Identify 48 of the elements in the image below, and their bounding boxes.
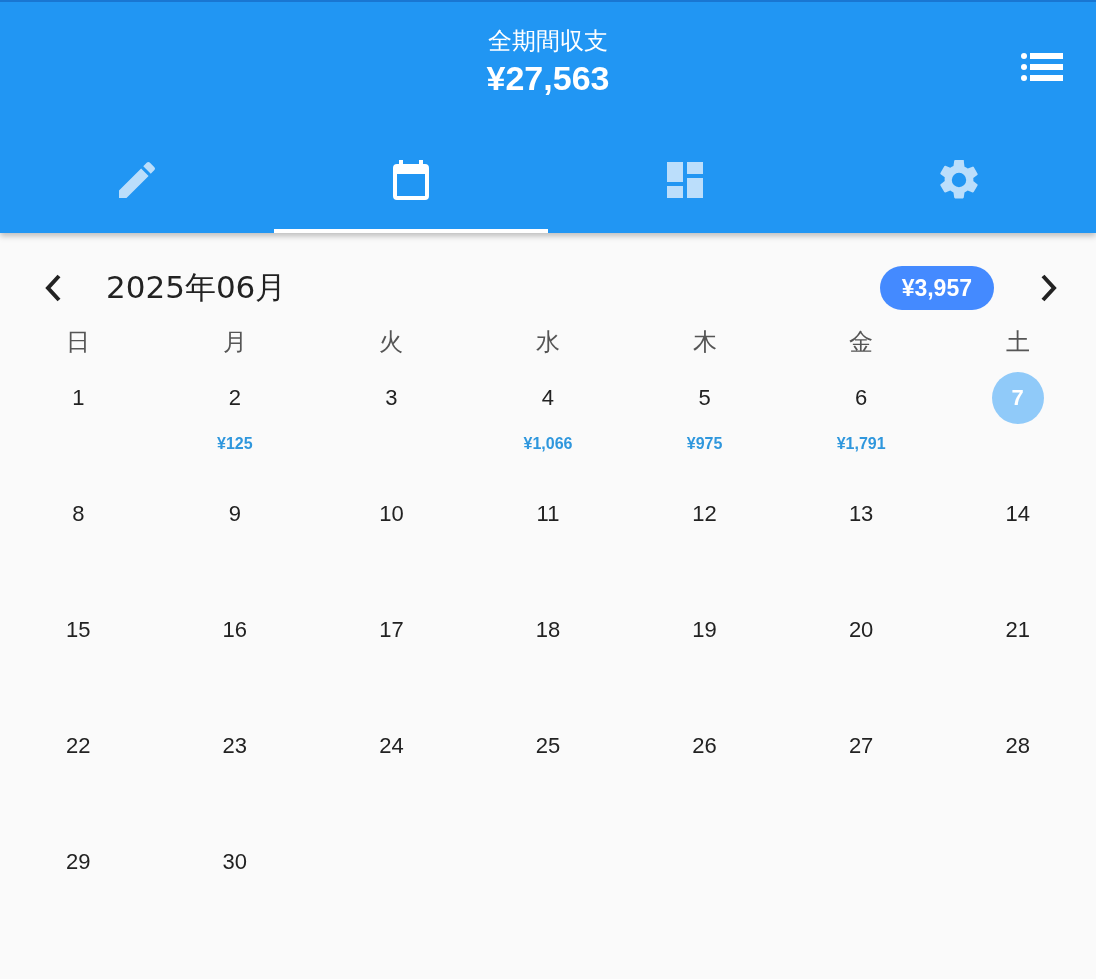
calendar-day[interactable]: 3 xyxy=(365,372,418,424)
calendar-day[interactable]: 19 xyxy=(678,604,731,656)
chevron-right-icon xyxy=(1039,273,1059,303)
calendar-day[interactable]: 2 xyxy=(208,372,261,424)
calendar-day[interactable]: 25 xyxy=(522,720,574,772)
weekday-label: 日 xyxy=(66,327,91,358)
calendar-day[interactable]: 26 xyxy=(678,720,731,772)
balance-title: 全期間収支 xyxy=(488,26,608,56)
calendar-day[interactable]: 11 xyxy=(522,488,574,540)
weekday-label: 木 xyxy=(692,327,717,358)
calendar-day[interactable]: 10 xyxy=(365,488,418,540)
calendar-day[interactable]: 14 xyxy=(991,488,1044,540)
calendar-day[interactable]: 18 xyxy=(522,604,574,656)
weekday-label: 水 xyxy=(536,327,560,358)
calendar-day[interactable]: 12 xyxy=(678,488,731,540)
day-amount: ¥125 xyxy=(217,434,253,454)
day-amount: ¥975 xyxy=(686,434,723,454)
day-amount: ¥1,066 xyxy=(523,434,573,454)
calendar-day[interactable]: 16 xyxy=(208,604,261,656)
list-button[interactable] xyxy=(1020,52,1064,82)
calendar-day[interactable]: 22 xyxy=(52,720,105,772)
calendar-day[interactable]: 30 xyxy=(208,836,261,888)
month-balance: ¥3,957 xyxy=(879,266,994,310)
calendar-day[interactable]: 9 xyxy=(208,488,261,540)
chevron-left-icon xyxy=(43,273,63,303)
day-amount: ¥1,791 xyxy=(836,434,886,454)
calendar-day[interactable]: 15 xyxy=(52,604,105,656)
total-balance: ¥27,563 xyxy=(486,58,610,99)
weekday-label: 月 xyxy=(222,327,247,358)
calendar-day[interactable]: 5 xyxy=(678,372,731,424)
calendar-day[interactable]: 28 xyxy=(991,720,1044,772)
weekday-label: 金 xyxy=(849,327,874,358)
calendar-day[interactable]: 20 xyxy=(835,604,888,656)
calendar-day[interactable]: 24 xyxy=(365,720,418,772)
calendar-day[interactable]: 17 xyxy=(365,604,418,656)
calendar-day[interactable]: 8 xyxy=(52,488,105,540)
calendar-day[interactable]: 4 xyxy=(522,372,574,424)
weekday-label: 火 xyxy=(379,327,404,358)
list-icon xyxy=(1021,53,1063,81)
calendar-day[interactable]: 21 xyxy=(991,604,1044,656)
month-label: 2025年06月 xyxy=(106,268,288,307)
calendar-day[interactable]: 13 xyxy=(835,488,888,540)
calendar-day[interactable]: 23 xyxy=(208,720,261,772)
calendar-day[interactable]: 1 xyxy=(52,372,105,424)
calendar-day[interactable]: 29 xyxy=(52,836,105,888)
weekday-label: 土 xyxy=(1005,327,1030,358)
calendar-day[interactable]: 6 xyxy=(835,372,888,424)
calendar-day[interactable]: 27 xyxy=(835,720,888,772)
